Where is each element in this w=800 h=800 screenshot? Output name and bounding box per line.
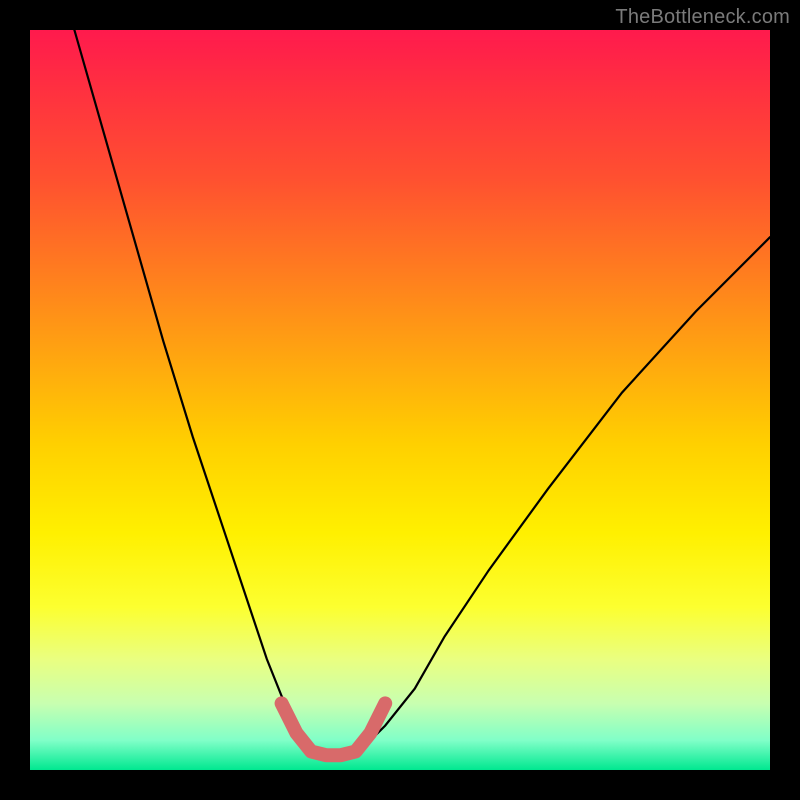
curves-svg [30, 30, 770, 770]
curve-floor-highlight [282, 703, 386, 755]
chart-frame: TheBottleneck.com [0, 0, 800, 800]
plot-area [30, 30, 770, 770]
watermark-text: TheBottleneck.com [615, 6, 790, 29]
curve-left-branch [74, 30, 303, 740]
curve-right-branch [370, 237, 770, 740]
